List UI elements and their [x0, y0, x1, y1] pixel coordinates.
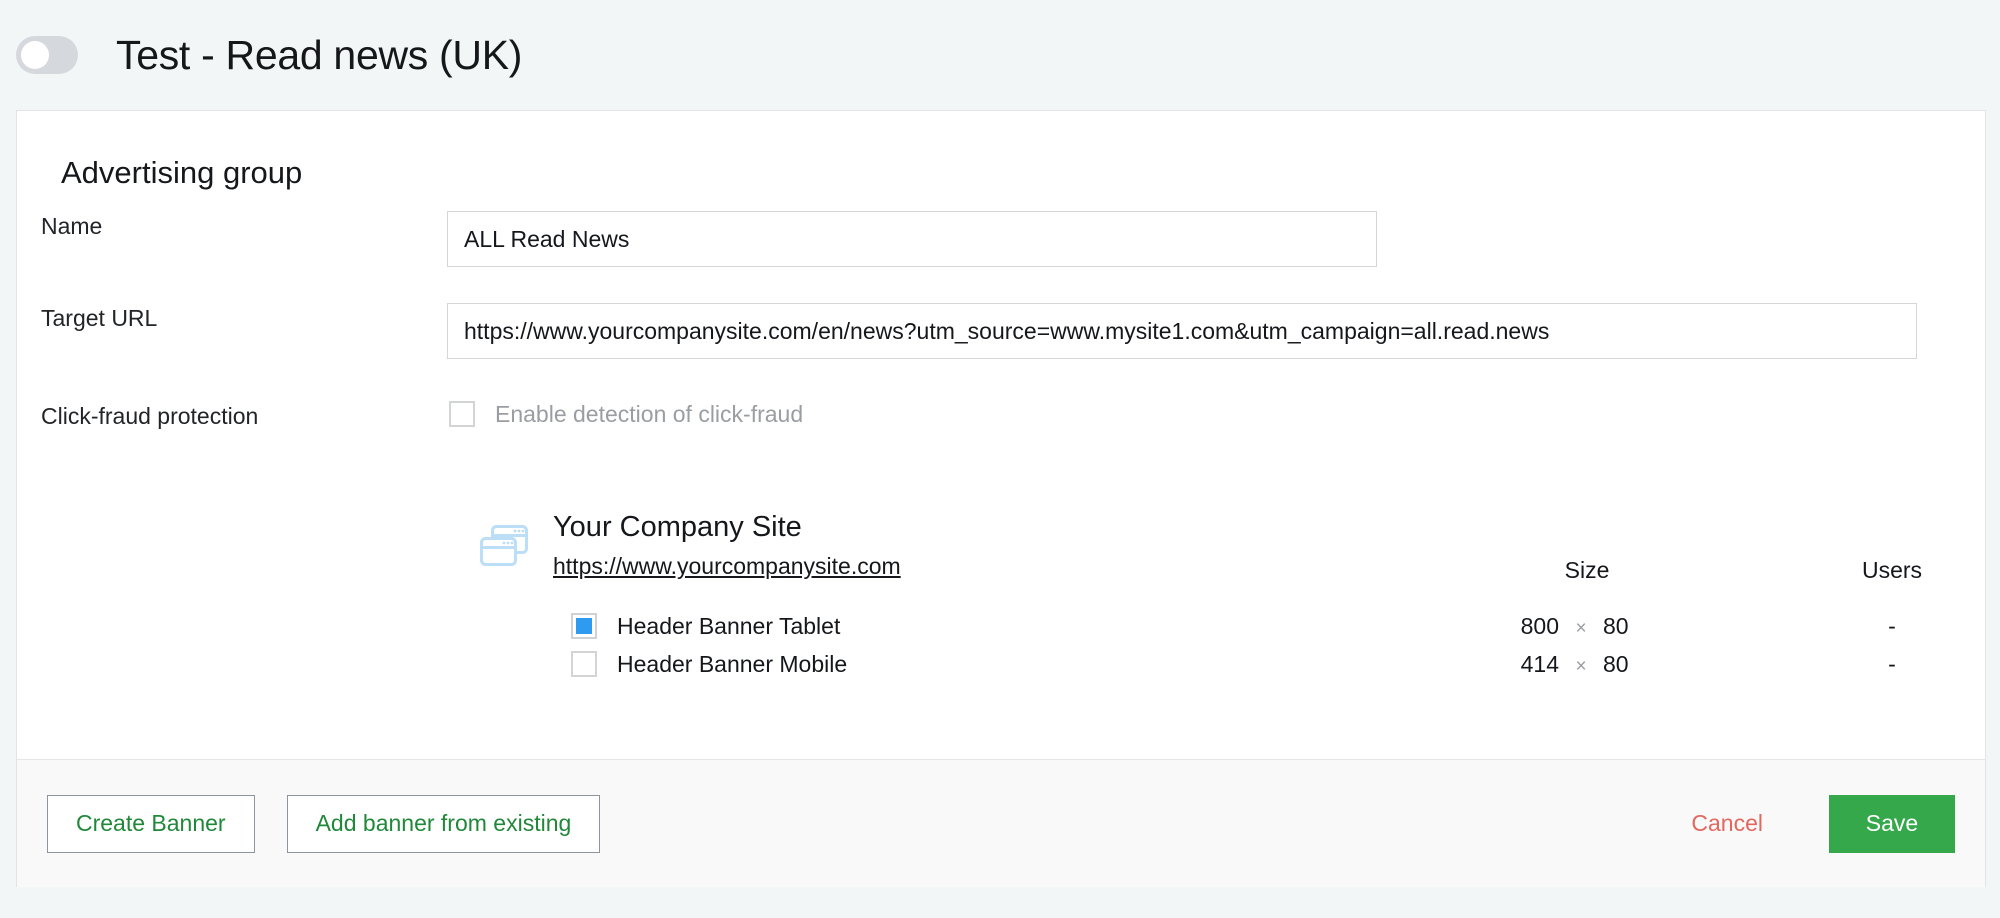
form-row-click-fraud: Click-fraud protection Enable detection …: [17, 401, 1985, 431]
card-footer: Create Banner Add banner from existing C…: [17, 759, 1985, 887]
banner-list: Header Banner Tablet 800 × 80 - Header B…: [17, 607, 1985, 683]
banner-checkbox-wrap[interactable]: Header Banner Mobile: [571, 651, 847, 677]
name-input[interactable]: [447, 211, 1377, 267]
section-title: Advertising group: [61, 155, 303, 190]
site-block: Your Company Site https://www.yourcompan…: [17, 509, 1985, 677]
name-label: Name: [41, 213, 103, 239]
add-banner-from-existing-button[interactable]: Add banner from existing: [286, 794, 601, 853]
site-header: Your Company Site https://www.yourcompan…: [17, 509, 1985, 582]
page-header: Test - Read news (UK): [0, 0, 2000, 110]
banner-size: 414 × 80: [1497, 651, 1697, 678]
advertising-group-card: Advertising group Name Target URL Click-…: [16, 110, 1986, 887]
banner-checkbox[interactable]: [571, 613, 597, 639]
toggle-knob: [21, 41, 49, 69]
banner-width: 800: [1520, 612, 1559, 639]
target-url-label: Target URL: [41, 305, 158, 331]
banner-size: 800 × 80: [1497, 613, 1697, 640]
page-title: Test - Read news (UK): [116, 31, 523, 78]
form-row-target-url: Target URL: [17, 303, 1985, 359]
card-body: Advertising group Name Target URL Click-…: [17, 111, 1985, 759]
banner-row[interactable]: Header Banner Mobile 414 × 80 -: [17, 645, 1985, 683]
site-name: Your Company Site: [553, 511, 802, 543]
target-url-input[interactable]: [447, 303, 1917, 359]
column-header-users: Users: [1861, 557, 1923, 583]
banner-checkbox[interactable]: [571, 651, 597, 677]
banner-name: Header Banner Mobile: [617, 651, 848, 677]
save-button[interactable]: Save: [1829, 794, 1955, 853]
column-header-size: Size: [1564, 557, 1610, 583]
banner-users: -: [1888, 612, 1896, 639]
banner-width: 414: [1520, 650, 1559, 677]
size-separator-icon: ×: [1575, 617, 1587, 639]
banner-height: 80: [1603, 612, 1629, 639]
cancel-button[interactable]: Cancel: [1663, 795, 1791, 853]
status-toggle[interactable]: [16, 36, 78, 74]
click-fraud-checkbox-row[interactable]: Enable detection of click-fraud: [449, 401, 803, 427]
banner-users: -: [1888, 650, 1896, 677]
banner-checkbox-wrap[interactable]: Header Banner Tablet: [571, 613, 840, 639]
click-fraud-checkbox[interactable]: [449, 401, 475, 427]
size-separator-icon: ×: [1575, 655, 1587, 677]
site-url-link[interactable]: https://www.yourcompanysite.com: [553, 550, 901, 582]
click-fraud-checkbox-label: Enable detection of click-fraud: [495, 401, 804, 427]
banner-height: 80: [1603, 650, 1629, 677]
site-texts: Your Company Site https://www.yourcompan…: [553, 509, 901, 582]
browser-windows-icon: [477, 509, 531, 576]
banner-name: Header Banner Tablet: [617, 613, 841, 639]
create-banner-button[interactable]: Create Banner: [47, 794, 255, 853]
click-fraud-label: Click-fraud protection: [41, 403, 259, 429]
banner-row[interactable]: Header Banner Tablet 800 × 80 -: [17, 607, 1985, 645]
form-row-name: Name: [17, 211, 1985, 267]
